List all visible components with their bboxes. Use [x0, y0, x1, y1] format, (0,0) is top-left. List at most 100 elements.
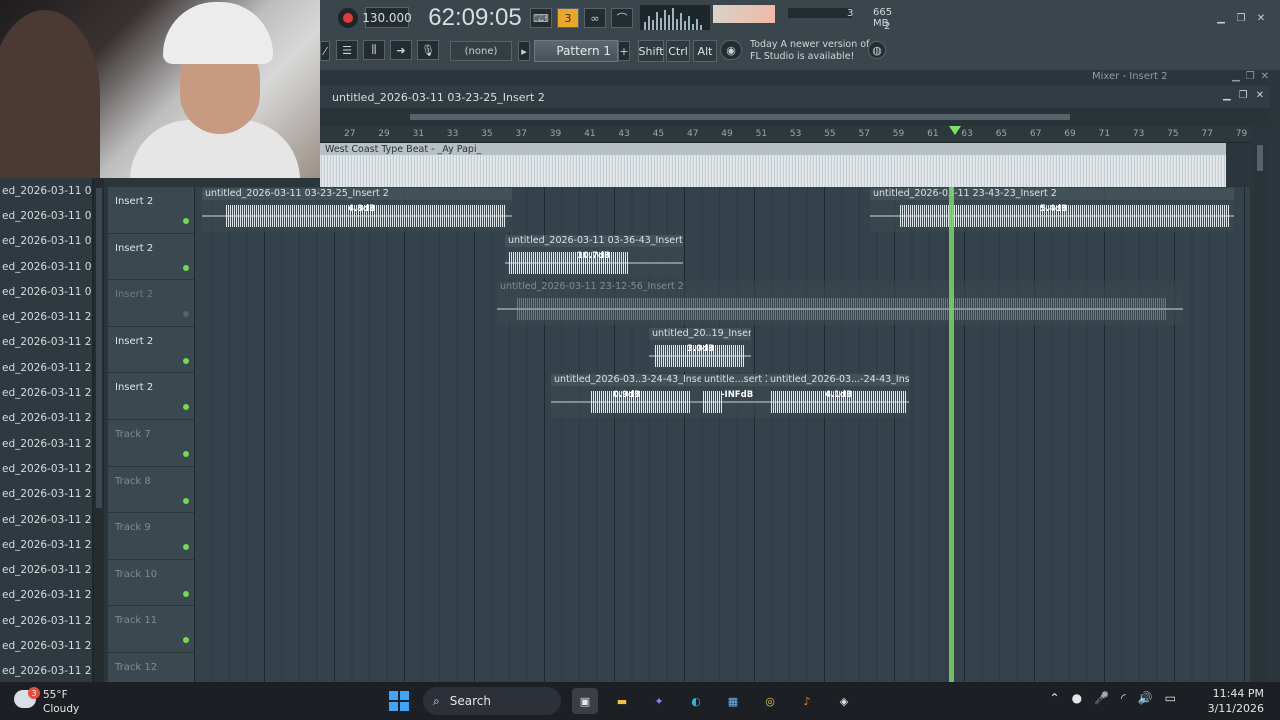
wifi-icon[interactable]: ◜: [1121, 691, 1126, 705]
weather-widget[interactable]: 3 55°F Cloudy: [14, 687, 134, 717]
browser-item[interactable]: ed_2026-03-11 03-...: [0, 279, 92, 304]
track-active-led-icon[interactable]: [183, 404, 189, 411]
fl-studio-icon[interactable]: ♪: [794, 688, 820, 714]
taskbar-clock[interactable]: 11:44 PM 3/11/2026: [1208, 686, 1264, 716]
browser-item[interactable]: ed_2026-03-11 03-...: [0, 254, 92, 279]
vertical-scroll-thumb[interactable]: [1257, 145, 1263, 171]
ctrl-modifier-button[interactable]: Ctrl: [666, 40, 690, 62]
playlist-restore-icon[interactable]: ❐: [1239, 90, 1248, 101]
browser-item[interactable]: ed_2026-03-11 23-...: [0, 507, 92, 532]
browser-item[interactable]: ed_2026-03-11 23-...: [0, 406, 92, 431]
audio-clip[interactable]: untitled_2026-03..3-24-43_Insert 2 0.9dB: [551, 374, 701, 419]
record-button[interactable]: [338, 8, 358, 28]
mixer-close-icon[interactable]: ✕: [1261, 71, 1269, 82]
copilot-icon[interactable]: ✦: [646, 688, 672, 714]
browser-item[interactable]: ed_2026-03-11 03-...: [0, 178, 92, 203]
audio-clip[interactable]: untitled_2026-03-11 03-23-25_Insert 2 4.8…: [202, 188, 512, 232]
typing-keyboard-icon[interactable]: ⌨: [530, 8, 552, 28]
security-icon[interactable]: ●: [1072, 691, 1082, 705]
task-view-icon[interactable]: ▣: [572, 688, 598, 714]
horizontal-scroll-thumb[interactable]: [410, 114, 1070, 120]
cut-tool-icon[interactable]: ⁄: [320, 41, 330, 61]
playhead-line[interactable]: [949, 187, 954, 682]
minimize-icon[interactable]: ▁: [1214, 12, 1228, 24]
taskbar-search[interactable]: ⌕ Search: [423, 687, 561, 715]
pattern-add-button[interactable]: +: [618, 41, 630, 61]
browser-item[interactable]: ed_2026-03-11 23-...: [0, 633, 92, 658]
playlist-horizontal-scrollbar[interactable]: [320, 108, 1270, 126]
track-header[interactable]: Insert 2: [108, 373, 194, 420]
audio-clip[interactable]: untitle...sert 2 -INFdB: [701, 374, 767, 419]
mixer-icon[interactable]: ⫼: [363, 40, 385, 60]
alt-modifier-button[interactable]: Alt: [693, 40, 717, 62]
close-icon[interactable]: ✕: [1254, 12, 1268, 24]
pattern-prev-icon[interactable]: ▸: [518, 41, 530, 61]
track-header[interactable]: Track 11: [108, 606, 194, 653]
browser-item[interactable]: ed_2026-03-11 23-...: [0, 608, 92, 633]
playlist-grid[interactable]: [194, 187, 1250, 682]
arrow-icon[interactable]: ➜: [390, 40, 412, 60]
track-active-led-icon[interactable]: [183, 637, 189, 644]
playhead-marker-icon[interactable]: [949, 126, 961, 135]
volume-icon[interactable]: 🔊: [1138, 691, 1153, 705]
playlist-close-icon[interactable]: ✕: [1256, 90, 1264, 101]
playlist-vertical-scrollbar[interactable]: [1254, 143, 1266, 682]
browser-item[interactable]: ed_2026-03-11 23-...: [0, 557, 92, 582]
globe-icon[interactable]: ◍: [868, 41, 886, 59]
snap-select[interactable]: (none): [450, 41, 512, 61]
shift-modifier-button[interactable]: Shift: [638, 40, 664, 62]
track-active-led-icon[interactable]: [183, 311, 189, 318]
track-active-led-icon[interactable]: [183, 544, 189, 551]
hint-bar-icon[interactable]: ◉: [720, 40, 742, 60]
track-active-led-icon[interactable]: [183, 264, 189, 271]
track-active-led-icon[interactable]: [183, 218, 189, 224]
track-header[interactable]: Track 7: [108, 420, 194, 467]
track-header[interactable]: Track 9: [108, 513, 194, 560]
track-header[interactable]: Insert 2: [108, 233, 194, 281]
browser-item[interactable]: ed_2026-03-11 23-...: [0, 482, 92, 507]
browser-scroll-thumb[interactable]: [96, 188, 102, 508]
tempo-display[interactable]: 130.000: [362, 7, 412, 28]
mixer-minimize-icon[interactable]: ▁: [1232, 71, 1240, 82]
audio-clip[interactable]: untitled_2026-03...-24-43_Insert 2 4.1dB: [767, 374, 909, 419]
windows-start-icon[interactable]: [386, 688, 412, 714]
track-header[interactable]: Track 8: [108, 466, 194, 514]
playlist-icon[interactable]: ☰: [336, 40, 358, 60]
file-explorer-icon[interactable]: ▬: [609, 688, 635, 714]
browser-item[interactable]: ed_2026-03-11 23-...: [0, 532, 92, 557]
browser-item[interactable]: ed_2026-03-11 23-...: [0, 330, 92, 355]
browser-item[interactable]: ed_2026-03-11 23-...: [0, 456, 92, 481]
battery-icon[interactable]: ▭: [1165, 691, 1176, 705]
browser-item[interactable]: ed_2026-03-11 03-...: [0, 203, 92, 228]
browser-item[interactable]: ed_2026-03-11 23-...: [0, 659, 92, 684]
master-volume-slider[interactable]: [713, 5, 775, 23]
playlist-minimize-icon[interactable]: ▁: [1223, 90, 1231, 101]
metronome-icon[interactable]: ⌒: [611, 8, 633, 28]
track-active-led-icon[interactable]: [183, 357, 189, 364]
track-active-led-icon[interactable]: [183, 590, 189, 597]
pattern-selector[interactable]: Pattern 1: [534, 40, 618, 62]
timeline-ruler[interactable]: 27 29 31 33 35 37 39 41 43 45 47 49 51 53 55 57 59 61 63 65…: [320, 126, 1250, 143]
track-active-led-icon[interactable]: [183, 497, 189, 504]
audio-clip-master[interactable]: West Coast Type Beat - _Ay Papi_: [320, 143, 1226, 187]
browser-item[interactable]: ed_2026-03-11 23-...: [0, 380, 92, 405]
chrome-icon[interactable]: ◎: [757, 688, 783, 714]
chevron-up-icon[interactable]: ⌃: [1050, 691, 1060, 705]
track-header[interactable]: Insert 2: [108, 187, 194, 234]
track-header[interactable]: Insert 2: [108, 280, 194, 327]
countdown-icon[interactable]: 3: [557, 8, 579, 28]
audio-clip[interactable]: untitled_20..19_Insert 2 3.0dB: [649, 327, 751, 372]
track-active-led-icon[interactable]: [183, 451, 189, 457]
browser-item[interactable]: ed_2026-03-11 23-...: [0, 431, 92, 456]
mixer-restore-icon[interactable]: ❐: [1246, 71, 1255, 82]
app-icon[interactable]: ◈: [831, 688, 857, 714]
browser-item[interactable]: ed_2026-03-11 23-...: [0, 583, 92, 608]
microphone-icon[interactable]: 🎙: [417, 40, 439, 60]
browser-scrollbar[interactable]: [94, 178, 104, 682]
restore-icon[interactable]: ❐: [1234, 12, 1248, 24]
audio-clip[interactable]: untitled_2026-03-11 03-36-43_Insert 2 10.…: [505, 234, 683, 279]
browser-item[interactable]: ed_2026-03-11 23-...: [0, 304, 92, 329]
browser-item[interactable]: ed_2026-03-11 23-...: [0, 355, 92, 380]
audio-clip[interactable]: untitled_2026-03-11 23-12-56_Insert 2: [497, 281, 1183, 326]
loop-record-icon[interactable]: ∞: [584, 8, 606, 28]
